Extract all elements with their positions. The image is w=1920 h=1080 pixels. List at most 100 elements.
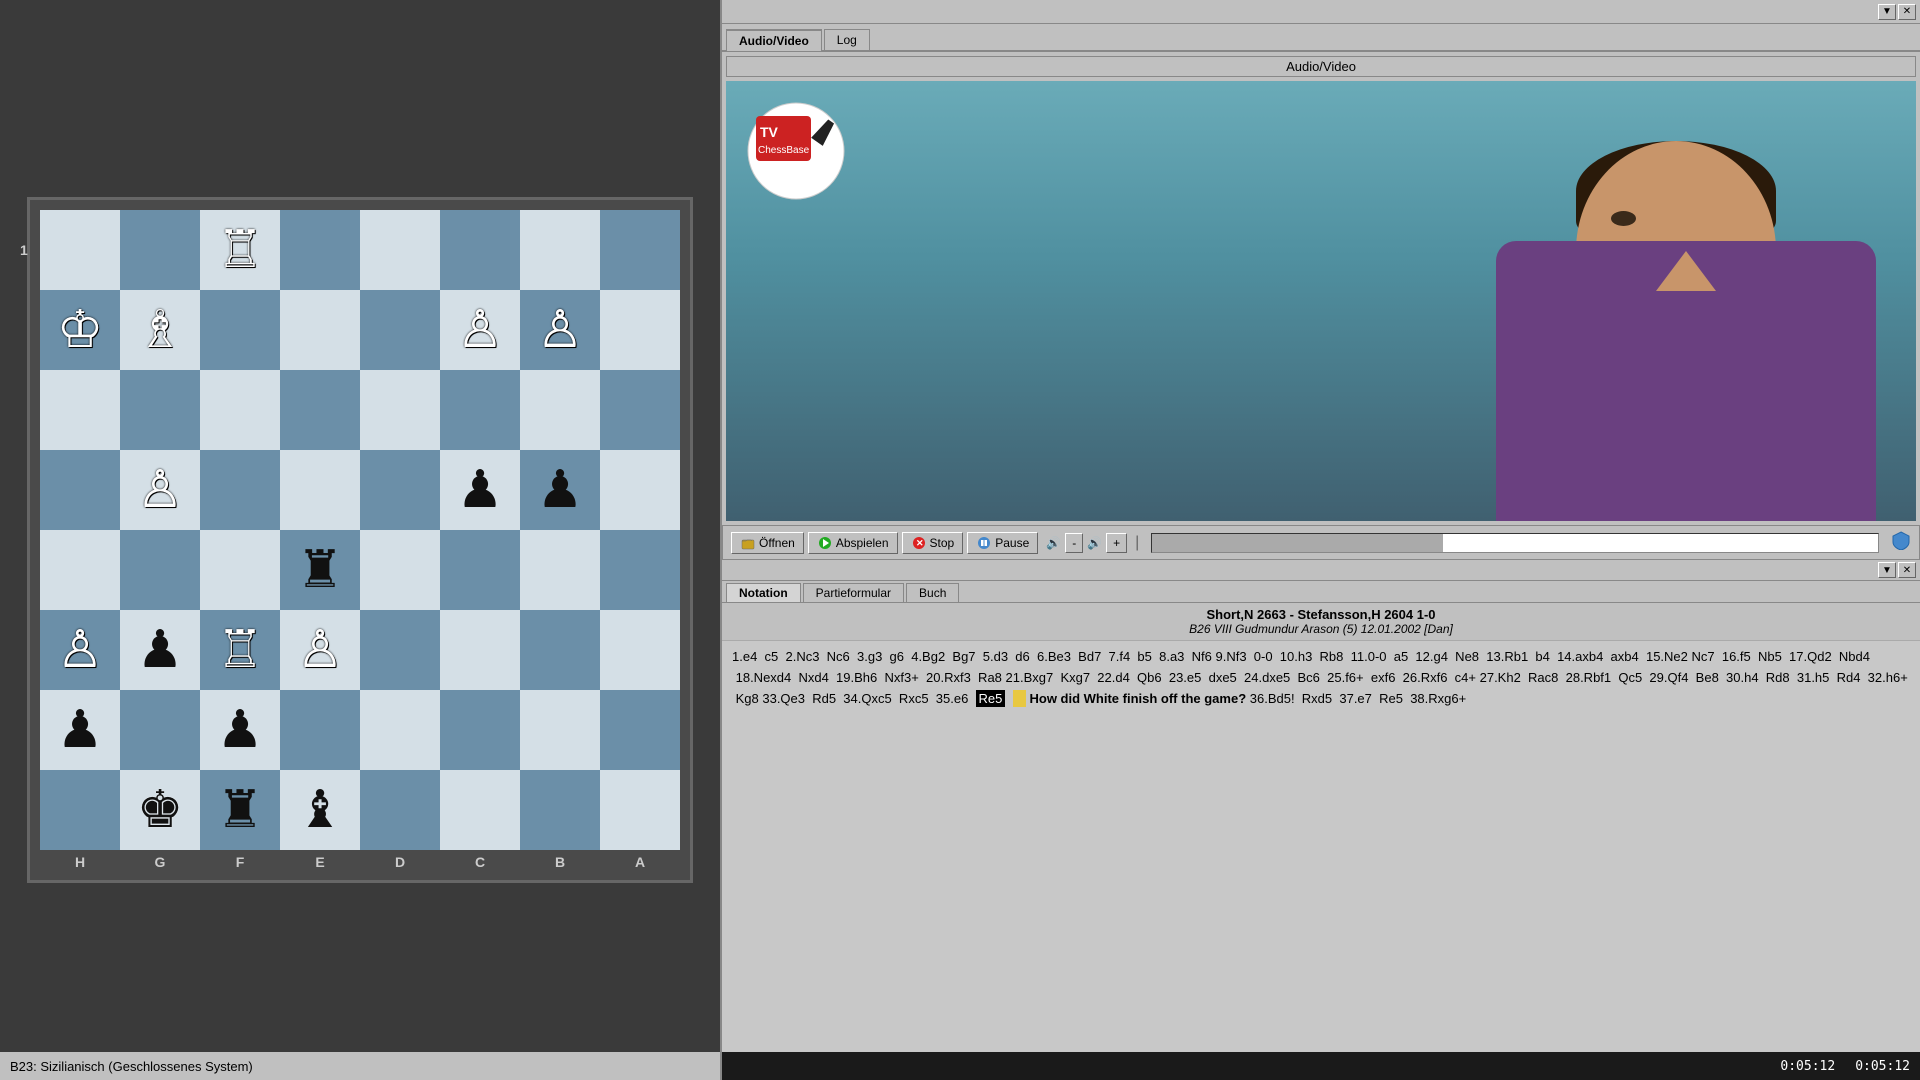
stop-button[interactable]: ✕ Stop [902,532,964,554]
square-g2[interactable]: ♗ [120,290,200,370]
square-h6[interactable]: ♙ [40,610,120,690]
square-c6[interactable] [440,610,520,690]
square-g8[interactable]: ♚ [120,770,200,850]
pause-label: Pause [995,536,1029,550]
pause-button[interactable]: Pause [967,532,1038,554]
piece-g6: ♟ [137,620,184,680]
square-d4[interactable] [360,450,440,530]
time-total: 0:05:12 [1855,1059,1910,1074]
square-c8[interactable] [440,770,520,850]
chess-board: 1 ♖ ♔ ♗ ♙ ♙ [40,210,680,850]
play-label: Abspielen [836,536,889,550]
square-a2[interactable] [600,290,680,370]
square-b6[interactable] [520,610,600,690]
square-c5[interactable] [440,530,520,610]
square-a3[interactable] [600,370,680,450]
square-h5[interactable] [40,530,120,610]
square-g5[interactable] [120,530,200,610]
square-e4[interactable] [280,450,360,530]
av-section: Audio/Video TV ChessBase [722,52,1920,525]
square-e8[interactable]: ♝ [280,770,360,850]
piece-b2: ♙ [537,300,584,360]
square-h4[interactable] [40,450,120,530]
square-f6[interactable]: ♖ [200,610,280,690]
stop-label: Stop [930,536,955,550]
square-b2[interactable]: ♙ [520,290,600,370]
square-h7[interactable]: ♟ [40,690,120,770]
square-b1[interactable] [520,210,600,290]
square-g3[interactable] [120,370,200,450]
square-d8[interactable] [360,770,440,850]
square-h3[interactable] [40,370,120,450]
rank-label-1: 1 [20,242,28,258]
square-f2[interactable] [200,290,280,370]
square-e5[interactable]: ♜ [280,530,360,610]
square-d2[interactable] [360,290,440,370]
square-f1[interactable]: ♖ [200,210,280,290]
square-c1[interactable] [440,210,520,290]
square-f7[interactable]: ♟ [200,690,280,770]
close-button[interactable]: ✕ [1898,4,1916,20]
square-e1[interactable] [280,210,360,290]
square-c7[interactable] [440,690,520,770]
tab-partieformular[interactable]: Partieformular [803,583,904,602]
square-b7[interactable] [520,690,600,770]
play-button[interactable]: Abspielen [808,532,898,554]
square-b4[interactable]: ♟ [520,450,600,530]
square-a4[interactable] [600,450,680,530]
av-title: Audio/Video [726,56,1916,77]
svg-text:TV: TV [760,124,779,140]
square-b5[interactable] [520,530,600,610]
square-f4[interactable] [200,450,280,530]
square-b8[interactable] [520,770,600,850]
notation-close[interactable]: ✕ [1898,562,1916,578]
vol-plus-button[interactable]: + [1106,533,1127,553]
open-button[interactable]: Öffnen [731,532,804,554]
square-a7[interactable] [600,690,680,770]
square-d5[interactable] [360,530,440,610]
square-d3[interactable] [360,370,440,450]
window-title-bar: ▼ ✕ [722,0,1920,24]
square-e7[interactable] [280,690,360,770]
square-d7[interactable] [360,690,440,770]
square-h1[interactable]: 1 [40,210,120,290]
minimize-button[interactable]: ▼ [1878,4,1896,20]
square-c3[interactable] [440,370,520,450]
square-f8[interactable]: ♜ [200,770,280,850]
game-info: Short,N 2663 - Stefansson,H 2604 1-0 B26… [722,603,1920,641]
square-g1[interactable] [120,210,200,290]
progress-bar[interactable] [1151,533,1879,553]
square-f3[interactable] [200,370,280,450]
vol-minus-button[interactable]: - [1065,533,1083,553]
tab-notation[interactable]: Notation [726,583,801,602]
square-e6[interactable]: ♙ [280,610,360,690]
notation-content[interactable]: 1.e4 c5 2.Nc3 Nc6 3.g3 g6 4.Bg2 Bg7 5.d3… [722,641,1920,1052]
square-g6[interactable]: ♟ [120,610,200,690]
square-h2[interactable]: ♔ [40,290,120,370]
square-d1[interactable] [360,210,440,290]
tab-log[interactable]: Log [824,29,870,50]
square-e3[interactable] [280,370,360,450]
file-f: F [200,854,280,870]
svg-text:✕: ✕ [916,538,924,548]
square-d6[interactable] [360,610,440,690]
square-g7[interactable] [120,690,200,770]
tab-buch[interactable]: Buch [906,583,959,602]
tab-audio-video[interactable]: Audio/Video [726,29,822,51]
square-e2[interactable] [280,290,360,370]
square-g4[interactable]: ♙ [120,450,200,530]
square-a5[interactable] [600,530,680,610]
notation-scroll-down[interactable]: ▼ [1878,562,1896,578]
play-icon [817,535,833,551]
square-h8[interactable] [40,770,120,850]
moves-text: 1.e4 c5 2.Nc3 Nc6 3.g3 g6 4.Bg2 Bg7 5.d3… [732,647,1910,709]
square-b3[interactable] [520,370,600,450]
square-f5[interactable] [200,530,280,610]
square-a6[interactable] [600,610,680,690]
square-c4[interactable]: ♟ [440,450,520,530]
square-c2[interactable]: ♙ [440,290,520,370]
piece-c4: ♟ [457,460,504,520]
square-a1[interactable] [600,210,680,290]
piece-c2: ♙ [457,300,504,360]
square-a8[interactable] [600,770,680,850]
